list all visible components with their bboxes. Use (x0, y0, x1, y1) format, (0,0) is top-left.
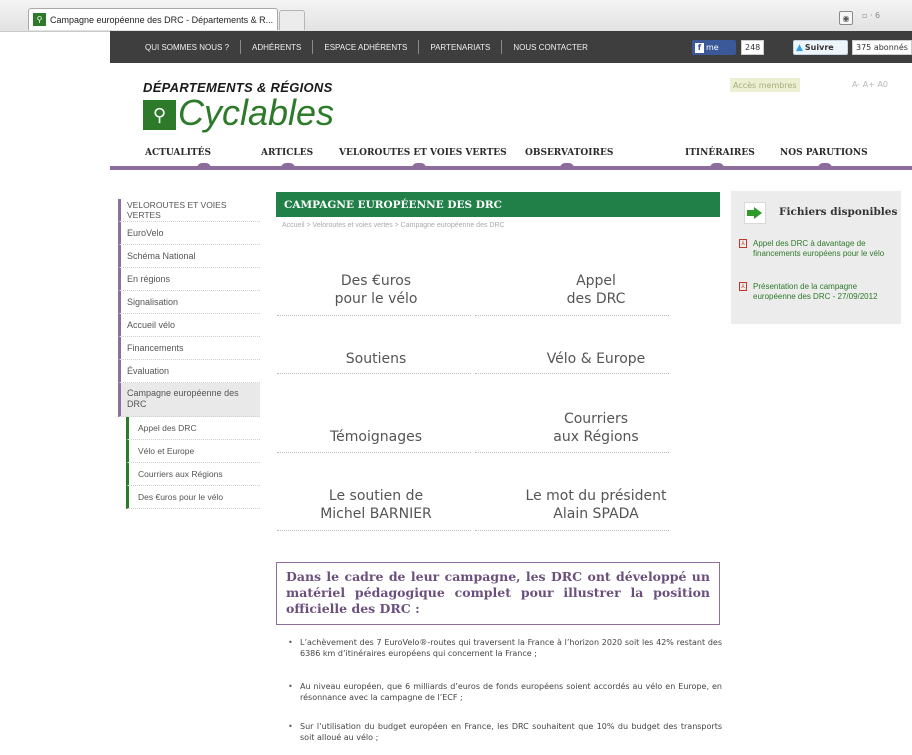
tile-line-1: Des €uros (340, 273, 412, 289)
nav-itineraries[interactable]: ITINÉRAIRES (685, 148, 755, 158)
tab-title: Campagne européenne des DRC - Départemen… (50, 14, 274, 25)
sidebar-subitem-letters[interactable]: Courriers aux Régions (126, 463, 260, 486)
tile-line-1: Témoignages (329, 429, 422, 445)
tile-divider (475, 373, 669, 374)
main-nav-underline (110, 166, 912, 170)
tile-euros-for-bike[interactable]: Des €uros pour le vélo (277, 272, 475, 308)
file-link-label: Appel des DRC à davantage de financement… (753, 239, 885, 258)
tile-line-1: Appel (576, 273, 616, 289)
rss-icon[interactable]: ◉ (839, 11, 853, 25)
sidebar-subitem-euros[interactable]: Des €uros pour le vélo (126, 486, 260, 509)
facebook-count: 248 (741, 40, 765, 55)
twitter-follow-label: Suivre (804, 43, 834, 52)
site-favicon-icon: ⚲ (33, 13, 46, 26)
tile-line-2: Alain SPADA (553, 506, 639, 522)
breadcrumb[interactable]: Accueil > Veloroutes et voies vertes > C… (282, 222, 505, 229)
tile-line-1: Soutiens (345, 351, 407, 367)
sidebar-subitem-bike-europe[interactable]: Vélo et Europe (126, 440, 260, 463)
toolbar-extra-icons[interactable]: ▫ · 6 (862, 11, 880, 20)
tile-line-1: Courriers (563, 411, 629, 427)
sidebar-item-evaluation[interactable]: Évaluation (118, 360, 260, 383)
facebook-icon: f (695, 42, 704, 53)
tile-testimonials[interactable]: Témoignages (277, 428, 475, 446)
tile-line-1: Vélo & Europe (546, 351, 646, 367)
cyclist-logo-icon[interactable]: ⚲ (143, 100, 176, 130)
tile-divider (277, 373, 471, 374)
sidebar-header[interactable]: VELOROUTES ET VOIES VERTES (118, 199, 260, 222)
list-item: Au niveau européen, que 6 milliards d’eu… (286, 681, 722, 703)
tile-line-1: Le mot du président (525, 488, 667, 504)
sidebar-item-signage[interactable]: Signalisation (118, 291, 260, 314)
tile-divider (475, 315, 669, 316)
position-list: L’achèvement des 7 EuroVelo®-routes qui … (286, 637, 722, 743)
arrow-right-icon (744, 202, 766, 224)
available-files-box: Fichiers disponibles ⅄ Appel des DRC à d… (731, 191, 901, 324)
file-link-label: Présentation de la campagne européenne d… (753, 282, 878, 301)
tile-divider (277, 315, 471, 316)
sidebar-item-funding[interactable]: Financements (118, 337, 260, 360)
nav-articles[interactable]: ARTICLES (261, 148, 313, 158)
sidebar: VELOROUTES ET VOIES VERTES EuroVelo Sché… (118, 199, 260, 509)
top-nav-contact[interactable]: NOUS CONTACTER (502, 43, 599, 52)
nav-observatories[interactable]: OBSERVATOIRES (525, 148, 613, 158)
facebook-like-button[interactable]: f me (692, 40, 736, 55)
tile-line-2: des DRC (566, 291, 626, 307)
main-navigation: ACTUALITÉS ARTICLES VELOROUTES ET VOIES … (110, 140, 912, 166)
new-tab-button[interactable] (279, 10, 305, 30)
page-title: CAMPAGNE EUROPÉENNE DES DRC (276, 192, 720, 217)
browser-tab[interactable]: ⚲ Campagne européenne des DRC - Départem… (28, 8, 278, 30)
top-navigation: QUI SOMMES NOUS ? ADHÉRENTS ESPACE ADHÉR… (110, 31, 912, 63)
members-access-button[interactable]: Accès membres (730, 78, 800, 92)
files-title: Fichiers disponibles (779, 206, 898, 218)
file-link-drc-call[interactable]: ⅄ Appel des DRC à davantage de financeme… (739, 239, 895, 259)
intro-box: Dans le cadre de leur campagne, les DRC … (276, 562, 720, 625)
twitter-bird-icon: ▲ (796, 42, 803, 53)
tile-letters-regions[interactable]: Courriers aux Régions (497, 410, 695, 446)
tile-drc-call[interactable]: Appel des DRC (497, 272, 695, 308)
tile-divider (277, 530, 471, 531)
top-nav-links: QUI SOMMES NOUS ? ADHÉRENTS ESPACE ADHÉR… (110, 31, 599, 63)
top-nav-who-we-are[interactable]: QUI SOMMES NOUS ? (110, 43, 240, 52)
top-nav-partnerships[interactable]: PARTENARIATS (419, 43, 501, 52)
file-link-campaign-presentation[interactable]: ⅄ Présentation de la campagne européenne… (739, 282, 895, 302)
tile-line-2: Michel BARNIER (320, 506, 432, 522)
tile-divider (475, 452, 669, 453)
sidebar-item-eurovelo[interactable]: EuroVelo (118, 222, 260, 245)
sidebar-item-campaign[interactable]: Campagne européenne des DRC (118, 383, 260, 417)
pdf-icon: ⅄ (739, 239, 747, 248)
sidebar-item-bike-welcome[interactable]: Accueil vélo (118, 314, 260, 337)
sidebar-item-regions[interactable]: En régions (118, 268, 260, 291)
twitter-follow-button[interactable]: ▲ Suivre (793, 40, 848, 55)
tile-line-1: Le soutien de (328, 488, 424, 504)
sidebar-item-national-scheme[interactable]: Schéma National (118, 245, 260, 268)
tile-bike-europe[interactable]: Vélo & Europe (497, 350, 695, 368)
tile-divider (475, 530, 669, 531)
files-header: Fichiers disponibles (739, 197, 899, 227)
browser-tab-bar: ⚲ Campagne européenne des DRC - Départem… (0, 0, 912, 32)
facebook-like-label: me (706, 43, 719, 52)
twitter-count: 375 abonnés (852, 40, 912, 55)
top-nav-members-area[interactable]: ESPACE ADHÉRENTS (313, 43, 418, 52)
pdf-icon: ⅄ (739, 282, 747, 291)
top-nav-members[interactable]: ADHÉRENTS (241, 43, 312, 52)
sidebar-subitem-call[interactable]: Appel des DRC (126, 417, 260, 440)
tile-divider (277, 452, 471, 453)
nav-publications[interactable]: NOS PARUTIONS (780, 148, 868, 158)
tile-barnier-support[interactable]: Le soutien de Michel BARNIER (277, 487, 475, 523)
logo-cyclables[interactable]: Cyclables (178, 94, 334, 132)
list-item: Sur l’utilisation du budget européen en … (286, 721, 722, 743)
font-size-controls[interactable]: A- A+ A0 (852, 80, 888, 89)
tile-president-word[interactable]: Le mot du président Alain SPADA (497, 487, 695, 523)
list-item: L’achèvement des 7 EuroVelo®-routes qui … (286, 637, 722, 659)
tile-line-2: aux Régions (553, 429, 639, 445)
nav-news[interactable]: ACTUALITÉS (145, 148, 211, 158)
nav-veloroutes[interactable]: VELOROUTES ET VOIES VERTES (339, 148, 507, 158)
tile-support[interactable]: Soutiens (277, 350, 475, 368)
tile-line-2: pour le vélo (334, 291, 418, 307)
